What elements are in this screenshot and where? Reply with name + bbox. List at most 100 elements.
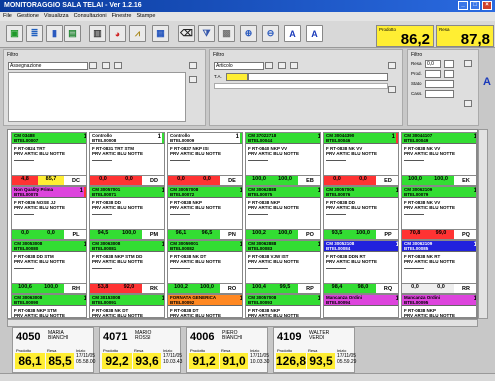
filter-icon: ⧩ bbox=[202, 28, 211, 38]
loom-count: 1 bbox=[395, 296, 399, 302]
loom-card[interactable]: Mancanza Ordini BTEL00094 1 bbox=[323, 294, 399, 318]
pie-chart-icon: ◕ bbox=[114, 28, 121, 39]
funnel-icon[interactable] bbox=[388, 62, 396, 69]
close-button[interactable]: × bbox=[482, 1, 492, 10]
loom-card[interactable]: CM 30053008 BTEL00080 1 F RT-0838 DD STM PRV… bbox=[11, 240, 87, 294]
menu-visualizza[interactable]: Visualizza bbox=[44, 13, 69, 19]
filter-button[interactable]: ⧩ bbox=[198, 25, 215, 42]
clear-icon[interactable] bbox=[388, 86, 396, 93]
loom-card-header: CM 30057001 BTEL00071 1 bbox=[90, 187, 165, 198]
monitor-button[interactable]: ▣ bbox=[6, 25, 23, 42]
loom-id: BTEL00007 bbox=[14, 137, 39, 143]
book-button[interactable]: ▮ bbox=[46, 25, 63, 42]
maximize-button[interactable]: □ bbox=[470, 1, 480, 10]
loom-card[interactable]: CM 30062109 BTEL00079 1 F RT-0838 NK VV PRV … bbox=[401, 186, 477, 240]
loom-id: BTEL00083 bbox=[248, 245, 273, 251]
assign-select[interactable]: Assegnazione bbox=[8, 62, 88, 70]
loom-card[interactable]: CM 30057001 BTEL00071 1 F RT-0838 DD PRV ART… bbox=[89, 186, 165, 240]
dropdown-icon[interactable] bbox=[265, 62, 273, 69]
table-icon: ▦ bbox=[156, 28, 165, 38]
article-name: PRV ARTIC BLU NOTTE bbox=[248, 151, 300, 156]
metric-resa: 99,0 bbox=[428, 230, 454, 239]
toolbar: Prodotto 86,2 Resa 87,8 ▣ ≣ ▮ ▤ ▥ ◕ ⩘ ▦ ⌫ ⧩ ▩ ⊕ ⊖ A A bbox=[0, 21, 495, 48]
loom-card[interactable]: CM 30052108 BTEL00084 1 F RT-0838 DDN RT PRV… bbox=[323, 240, 399, 294]
loom-card[interactable]: CM 03488 BTEL00007 1 F RT-0824 TRT PRV ARTIC… bbox=[11, 132, 87, 186]
metric-resa: 100,0 bbox=[350, 230, 376, 239]
loom-card[interactable]: Controllo BTEL00008 1 F RT-0831 TRT STM PRV … bbox=[89, 132, 165, 186]
loom-card[interactable]: CM 30057008 BTEL00093 1 F RT-0838 NKP PRV AR… bbox=[245, 294, 321, 318]
operator-panel[interactable]: 4071 MARIO ROSSI Prodotto Resa Inizio 92,2 93,6… bbox=[99, 327, 182, 373]
vertical-scrollbar[interactable] bbox=[478, 129, 488, 319]
operator-panel[interactable]: 4006 PIERO BIANCHI Prodotto Resa Inizio 91,2 91… bbox=[186, 327, 269, 373]
loom-article: F RT-0838 DDN RT PRV ARTIC BLU NOTTE bbox=[326, 254, 398, 264]
cass-select[interactable] bbox=[425, 90, 454, 98]
prod-input[interactable] bbox=[425, 70, 441, 78]
loom-card[interactable]: CM 30063008 BTEL00090 1 F RT-0838 NKP STM PR… bbox=[11, 294, 87, 318]
operator-panel[interactable]: 4050 MARIA BIANCHI Prodotto Resa Inizio 86,1 85… bbox=[12, 327, 95, 373]
funnel-icon[interactable] bbox=[464, 60, 472, 67]
menu-consultazioni[interactable]: Consultazioni bbox=[74, 13, 107, 19]
filter-apply-icon[interactable] bbox=[278, 62, 286, 69]
loom-card[interactable]: CM 30044390 BTEL00046 1 F RT-0838 NK VV PRV … bbox=[323, 132, 399, 186]
loom-metrics: 0,0 0,0 DD bbox=[90, 175, 164, 185]
stato-select[interactable] bbox=[425, 80, 454, 88]
operator-panel[interactable]: 4109 WALTER VERDI Prodotto Resa Inizio 126,8 93… bbox=[273, 327, 356, 373]
loom-count: 1 bbox=[161, 188, 165, 194]
layout-button[interactable]: ▤ bbox=[64, 25, 81, 42]
loom-card[interactable]: CM 30057008 BTEL00072 1 F RT-0838 NKP PRV AR… bbox=[167, 186, 243, 240]
ta-cell[interactable] bbox=[226, 73, 248, 81]
line-chart-button[interactable]: ⩘ bbox=[129, 25, 146, 42]
filter-apply-icon[interactable] bbox=[102, 62, 110, 69]
loom-code: PQ bbox=[462, 231, 470, 238]
table-button[interactable]: ▦ bbox=[152, 25, 169, 42]
article-name: PRV ARTIC BLU NOTTE bbox=[170, 259, 222, 264]
menu-finestre[interactable]: Finestre bbox=[112, 13, 132, 19]
eraser-button[interactable]: ⌫ bbox=[178, 25, 195, 42]
ta-row[interactable] bbox=[248, 73, 388, 81]
font-down-button[interactable]: A bbox=[306, 25, 323, 42]
loom-card[interactable]: CM 30057005 BTEL00076 1 F RT-0838 DD PRV ART… bbox=[323, 186, 399, 240]
loom-card[interactable]: CM 30059001 BTEL00082 1 F RT-0838 NK DT PRV … bbox=[167, 240, 243, 294]
loom-metrics: 100,0 100,0 EK bbox=[402, 175, 476, 185]
font-up-button[interactable]: A bbox=[284, 25, 301, 42]
loom-card[interactable]: FORNATA GENERICA BTEL00092 1 F RT-0838 DT PR… bbox=[167, 294, 243, 318]
ta-row-2[interactable] bbox=[214, 83, 388, 89]
loom-card[interactable]: Mancanza Ordini BTEL00095 1 F RT-0838 NKP PR… bbox=[401, 294, 477, 318]
pie-chart-button[interactable]: ◕ bbox=[109, 25, 126, 42]
dropdown-icon[interactable] bbox=[89, 62, 97, 69]
prod-op-select[interactable] bbox=[444, 70, 454, 78]
bar-chart-button[interactable]: ▥ bbox=[89, 25, 106, 42]
zoom-in-button[interactable]: ⊕ bbox=[240, 25, 257, 42]
list-button[interactable]: ≣ bbox=[26, 25, 43, 42]
mini-gauge bbox=[326, 160, 346, 163]
loom-card[interactable]: CM 30044107 BTEL00049 1 F RT-0838 NK VV PRV … bbox=[401, 132, 477, 186]
funnel-icon[interactable] bbox=[189, 62, 197, 69]
resa-op-select[interactable] bbox=[444, 60, 454, 68]
loom-card[interactable]: CM 30062888 BTEL00083 1 F RT-0838 VJW IST PR… bbox=[245, 240, 321, 294]
loom-card[interactable]: CM 30062109 BTEL00085 1 F RT-0838 NK RT PRV … bbox=[401, 240, 477, 294]
loom-card[interactable]: CM 30153008 BTEL00091 1 F RT-0838 NK DT PRV … bbox=[89, 294, 165, 318]
menu-file[interactable]: File bbox=[3, 13, 12, 19]
menu-stampe[interactable]: Stampe bbox=[136, 13, 155, 19]
horizontal-scrollbar[interactable] bbox=[7, 319, 478, 327]
font-a-icon[interactable]: A bbox=[483, 76, 491, 88]
minimize-button[interactable]: _ bbox=[458, 1, 468, 10]
loom-card[interactable]: Non Quality Prima BTEL00070 1 F RT-0836 NOS… bbox=[11, 186, 87, 240]
line-chart-icon: ⩘ bbox=[134, 28, 141, 38]
loom-card[interactable]: Controllo BTEL00009 1 F RT-0837 NKP ISI PRV … bbox=[167, 132, 243, 186]
loom-card[interactable]: CM 30063008 BTEL00081 1 F RT-0838 NKP STM D… bbox=[89, 240, 165, 294]
grid-button[interactable]: ▩ bbox=[218, 25, 235, 42]
list-icon[interactable] bbox=[114, 62, 122, 69]
article-select[interactable]: Articolo bbox=[214, 62, 264, 70]
assign-list[interactable] bbox=[8, 72, 186, 122]
list-icon: ≣ bbox=[30, 28, 39, 38]
zoom-out-button[interactable]: ⊖ bbox=[262, 25, 279, 42]
resa-input[interactable]: 0,0 bbox=[425, 60, 441, 68]
clear-icon[interactable] bbox=[189, 76, 197, 83]
loom-metrics: 70,8 99,0 PQ bbox=[402, 229, 476, 239]
list-icon[interactable] bbox=[290, 62, 298, 69]
menu-gestione[interactable]: Gestione bbox=[17, 13, 39, 19]
clear-icon[interactable] bbox=[464, 100, 472, 107]
loom-card[interactable]: CM 30062888 BTEL00075 1 F RT-0838 NKP PRV AR… bbox=[245, 186, 321, 240]
loom-card[interactable]: CM 37022718 BTEL00044 1 F RT-0840 NKP VV PRV… bbox=[245, 132, 321, 186]
